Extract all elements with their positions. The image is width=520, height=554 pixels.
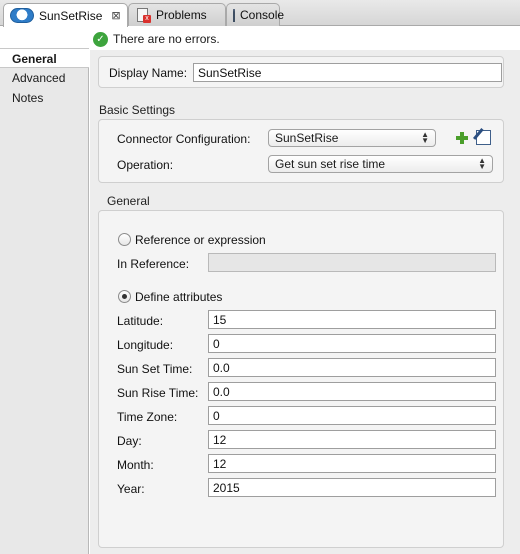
reference-radio[interactable] <box>118 233 131 246</box>
define-attributes-radio[interactable] <box>118 290 131 303</box>
sun-rise-time-label: Sun Rise Time: <box>117 386 199 400</box>
operation-select[interactable]: Get sun set rise time ▲ ▼ <box>268 155 493 173</box>
latitude-input[interactable] <box>208 310 496 329</box>
property-nav: General Advanced Notes <box>0 48 89 554</box>
day-label: Day: <box>117 434 142 448</box>
longitude-input[interactable] <box>208 334 496 353</box>
sun-set-time-input[interactable] <box>208 358 496 377</box>
year-input[interactable] <box>208 478 496 497</box>
basic-settings-title: Basic Settings <box>99 103 176 117</box>
display-name-label: Display Name: <box>109 66 188 80</box>
display-name-panel: Display Name: <box>98 56 504 88</box>
time-zone-input[interactable] <box>208 406 496 425</box>
sun-rise-time-input[interactable] <box>208 382 496 401</box>
edit-connector-icon[interactable] <box>476 130 491 145</box>
status-gutter <box>0 26 89 48</box>
latitude-label: Latitude: <box>117 314 164 328</box>
add-connector-icon[interactable] <box>455 131 469 145</box>
tab-problems[interactable]: x Problems <box>128 3 226 26</box>
tab-label: Console <box>240 8 285 22</box>
problems-icon: x <box>135 7 151 23</box>
sun-set-time-label: Sun Set Time: <box>117 362 193 376</box>
editor-tab-strip: SunSetRise ⊠ x Problems Console <box>0 0 520 27</box>
nav-item-notes[interactable]: Notes <box>0 88 88 108</box>
in-reference-input <box>208 253 496 272</box>
day-input[interactable] <box>208 430 496 449</box>
tab-console[interactable]: Console <box>226 3 284 26</box>
display-name-input[interactable] <box>193 63 502 82</box>
checkmark-icon: ✓ <box>93 31 108 47</box>
nav-item-advanced[interactable]: Advanced <box>0 68 88 88</box>
year-label: Year: <box>117 482 145 496</box>
define-attributes-label: Define attributes <box>135 290 223 304</box>
operation-value: Get sun set rise time <box>275 157 386 171</box>
select-arrows-icon: ▲ ▼ <box>421 130 429 145</box>
general-panel: Reference or expression In Reference: De… <box>98 210 504 548</box>
time-zone-label: Time Zone: <box>117 410 178 424</box>
tab-label: SunSetRise <box>39 8 103 23</box>
connector-config-select[interactable]: SunSetRise ▲ ▼ <box>268 129 436 147</box>
month-label: Month: <box>117 458 154 472</box>
nav-item-general[interactable]: General <box>0 48 89 68</box>
tab-sunsetrise[interactable]: SunSetRise ⊠ <box>3 3 128 27</box>
operation-label: Operation: <box>117 158 174 172</box>
in-reference-label: In Reference: <box>117 257 190 271</box>
status-message: There are no errors. <box>113 32 220 46</box>
connector-config-label: Connector Configuration: <box>117 132 251 146</box>
general-section-title: General <box>107 194 150 208</box>
connector-config-value: SunSetRise <box>275 131 339 145</box>
cloud-connector-icon <box>10 8 34 23</box>
basic-settings-panel: Connector Configuration: SunSetRise ▲ ▼ O… <box>98 119 504 183</box>
reference-radio-label: Reference or expression <box>135 233 266 247</box>
longitude-label: Longitude: <box>117 338 174 352</box>
properties-main: Display Name: Basic Settings Connector C… <box>90 50 520 554</box>
select-arrows-icon: ▲ ▼ <box>478 156 486 171</box>
tab-label: Problems <box>156 8 207 22</box>
close-tab-icon[interactable]: ⊠ <box>111 9 120 22</box>
console-icon <box>233 8 235 22</box>
validation-status: ✓ There are no errors. <box>89 29 220 49</box>
month-input[interactable] <box>208 454 496 473</box>
